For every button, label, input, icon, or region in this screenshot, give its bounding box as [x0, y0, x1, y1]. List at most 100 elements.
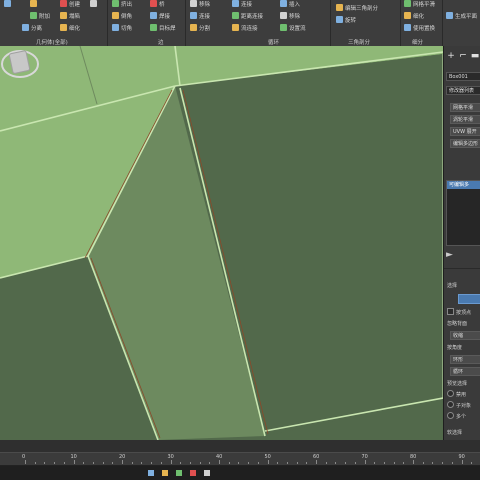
- remove-button[interactable]: 移除: [190, 0, 210, 10]
- subobject-edge-button[interactable]: [458, 294, 480, 304]
- loop-button[interactable]: 循环: [450, 367, 480, 376]
- weld-button[interactable]: 焊接: [150, 12, 170, 22]
- ribbon-button[interactable]: [4, 0, 13, 10]
- remove-loop-button[interactable]: 移除: [280, 12, 300, 22]
- soft-selection-rollout-title[interactable]: 软选择: [447, 429, 462, 436]
- insert-loop-button[interactable]: 插入: [280, 0, 300, 10]
- ribbon-icon: [90, 0, 97, 7]
- create-tab-icon[interactable]: +: [445, 50, 457, 62]
- chamfer-button[interactable]: 切角: [112, 24, 132, 34]
- create-button[interactable]: 创建: [60, 0, 80, 10]
- radio[interactable]: [447, 401, 454, 408]
- tick-mark: [44, 462, 46, 464]
- ribbon-label: 分离: [31, 26, 43, 32]
- app-icon[interactable]: [190, 470, 196, 476]
- ribbon-label: 焊接: [159, 14, 171, 20]
- modifier-stack-item[interactable]: 可编辑多: [447, 181, 480, 189]
- modifier-stack[interactable]: 可编辑多: [446, 180, 480, 246]
- modifier-button-unwrap[interactable]: UVW 展开: [450, 127, 480, 136]
- meshsmooth-button[interactable]: 网格平滑: [404, 0, 435, 10]
- tick-mark: [180, 462, 182, 464]
- use-displacement-icon: [404, 24, 411, 31]
- tick-mark: [383, 462, 385, 464]
- tick-mark: [141, 462, 143, 464]
- hierarchy-tab-icon[interactable]: ▬: [469, 50, 480, 62]
- ribbon-label: 塌陷: [69, 14, 81, 20]
- modifier-button-editpoly[interactable]: 编辑多边形: [450, 139, 480, 148]
- checkbox[interactable]: [447, 308, 454, 315]
- tessellate-button[interactable]: 细化: [60, 24, 80, 34]
- selection-rollout-title[interactable]: 选择: [447, 282, 457, 289]
- by-vertex-checkbox[interactable]: 按顶点: [447, 308, 471, 316]
- distance-connect-button[interactable]: 距离连接: [232, 12, 263, 22]
- detach-button[interactable]: 分离: [22, 24, 42, 34]
- modify-tab-icon[interactable]: ⌐: [457, 50, 469, 62]
- radio[interactable]: [447, 390, 454, 397]
- modifier-button-meshsmooth[interactable]: 网格平滑: [450, 103, 480, 112]
- ribbon-separator: [400, 0, 401, 46]
- flow-connect-button[interactable]: 流连接: [232, 24, 258, 34]
- app-icon[interactable]: [162, 470, 168, 476]
- tick-mark: [34, 462, 36, 464]
- tick-mark: [238, 462, 240, 464]
- tick-mark: [73, 460, 75, 464]
- ribbon-label: 细化: [69, 26, 81, 32]
- ribbon-label: 生成平面: [455, 14, 478, 20]
- tick-mark: [122, 460, 123, 464]
- radio[interactable]: [447, 412, 454, 419]
- modifier-button-turbosmooth[interactable]: 涡轮平滑: [450, 115, 480, 124]
- tick-mark: [286, 462, 288, 464]
- ribbon-label: 移除: [199, 2, 211, 8]
- ribbon-label: 流连接: [241, 26, 258, 32]
- object-name-field[interactable]: Box001: [446, 72, 480, 81]
- app-icon[interactable]: [176, 470, 182, 476]
- bridge-icon: [150, 0, 157, 7]
- group-label-loops: 循环: [268, 40, 280, 46]
- multi-radio[interactable]: 多个: [447, 412, 466, 420]
- tick-mark: [248, 462, 250, 464]
- ribbon-button[interactable]: [30, 0, 39, 10]
- attach-button[interactable]: 附加: [30, 12, 50, 22]
- set-flow-button[interactable]: 设置流: [280, 24, 306, 34]
- ignore-backfacing-label: 忽略背面: [447, 321, 468, 327]
- view-cube-icon[interactable]: [0, 46, 40, 80]
- tick-mark: [325, 462, 327, 464]
- shrink-button[interactable]: 收缩: [450, 331, 480, 340]
- tick-mark: [413, 460, 414, 464]
- bevel-button[interactable]: 倒角: [112, 12, 132, 22]
- generate-planar-button[interactable]: 生成平面: [446, 12, 477, 22]
- tick-mark: [335, 462, 337, 464]
- tessellate-sub-button[interactable]: 细化: [404, 12, 424, 22]
- time-ruler: 0 10 20 30 40 50 60 70 80 90: [0, 452, 480, 464]
- split-button[interactable]: 分割: [190, 24, 210, 34]
- tick-mark: [296, 462, 298, 464]
- panel-divider: [444, 268, 480, 269]
- meshsmooth-icon: [404, 0, 411, 7]
- bridge-button[interactable]: 桥: [150, 0, 165, 10]
- extrude-button[interactable]: 挤出: [112, 0, 132, 10]
- tick-mark: [364, 460, 366, 464]
- viewport[interactable]: [0, 46, 443, 440]
- disabled-radio[interactable]: 禁用: [447, 390, 466, 398]
- tick-mark: [92, 462, 94, 464]
- modifier-list-dropdown[interactable]: 修改器列表: [446, 86, 480, 95]
- pin-stack-icon[interactable]: ►: [446, 251, 480, 260]
- group-label-edges: 边: [158, 40, 164, 46]
- target-weld-button[interactable]: 目标焊: [150, 24, 176, 34]
- use-displacement-button[interactable]: 使用置换: [404, 24, 435, 34]
- connect-button[interactable]: 连接: [190, 12, 210, 22]
- ring-button[interactable]: 环形: [450, 355, 480, 364]
- app-icon[interactable]: [204, 470, 210, 476]
- loop-connect-button[interactable]: 连接: [232, 0, 252, 10]
- subobject-radio[interactable]: 子对象: [447, 401, 471, 409]
- ribbon-label: 桥: [159, 2, 165, 8]
- turn-icon: [336, 16, 343, 23]
- turn-button[interactable]: 旋转: [336, 16, 356, 26]
- command-panel: + ⌐ ▬ Box001 修改器列表 网格平滑 涡轮平滑 UVW 展开 编辑多边…: [443, 46, 480, 440]
- remove-icon: [190, 0, 197, 7]
- app-icon[interactable]: [148, 470, 154, 476]
- preview-selection-label: 预览选择: [447, 381, 468, 387]
- collapse-button[interactable]: 塌陷: [60, 12, 80, 22]
- ribbon-button[interactable]: [90, 0, 99, 10]
- edit-triangulation-button[interactable]: 编辑三角剖分: [336, 4, 378, 14]
